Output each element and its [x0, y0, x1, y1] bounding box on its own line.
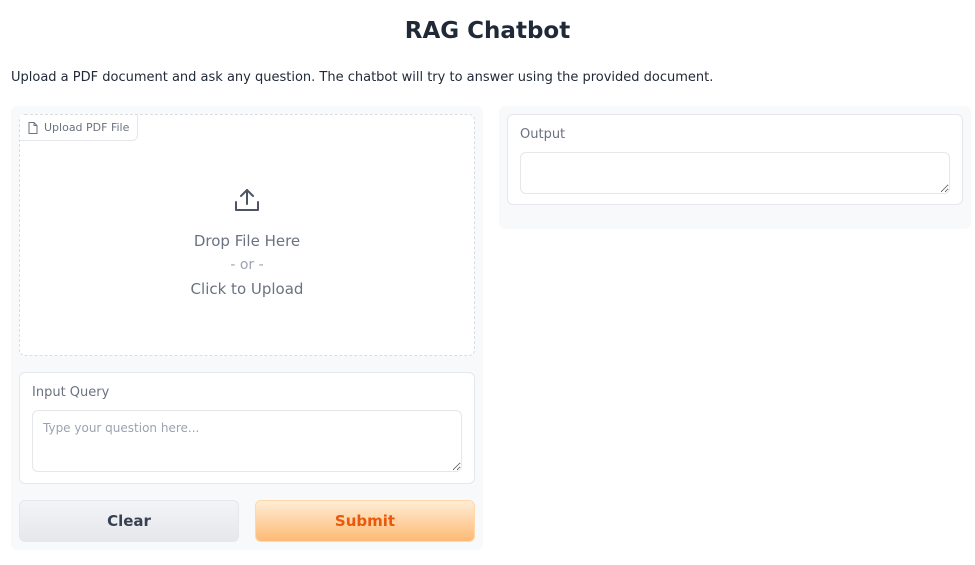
page-title: RAG Chatbot [404, 18, 571, 44]
submit-button[interactable]: Submit [255, 500, 475, 542]
input-query-textarea[interactable] [32, 410, 462, 472]
drop-file-text: Drop File Here [193, 232, 301, 250]
upload-icon [234, 187, 260, 217]
upload-label-text: Upload PDF File [44, 121, 130, 134]
click-to-upload-text[interactable]: Click to Upload [191, 277, 304, 301]
output-block: Output [507, 114, 963, 205]
upload-label-tab: Upload PDF File [20, 115, 139, 141]
input-query-block: Input Query [19, 372, 475, 484]
input-panel: Upload PDF File Drop File Here - or - Cl… [11, 106, 483, 550]
output-textarea[interactable] [520, 152, 950, 194]
page-description: Upload a PDF document and ask any questi… [11, 70, 714, 85]
input-query-label: Input Query [32, 385, 110, 400]
clear-button[interactable]: Clear [19, 500, 239, 542]
upload-instructions: Drop File Here - or - Click to Upload [20, 187, 474, 301]
or-separator-text: - or - [230, 257, 264, 273]
pdf-upload-dropzone[interactable]: Upload PDF File Drop File Here - or - Cl… [19, 114, 475, 356]
output-label: Output [520, 127, 566, 142]
output-panel: Output [499, 106, 971, 229]
file-icon [28, 121, 38, 134]
